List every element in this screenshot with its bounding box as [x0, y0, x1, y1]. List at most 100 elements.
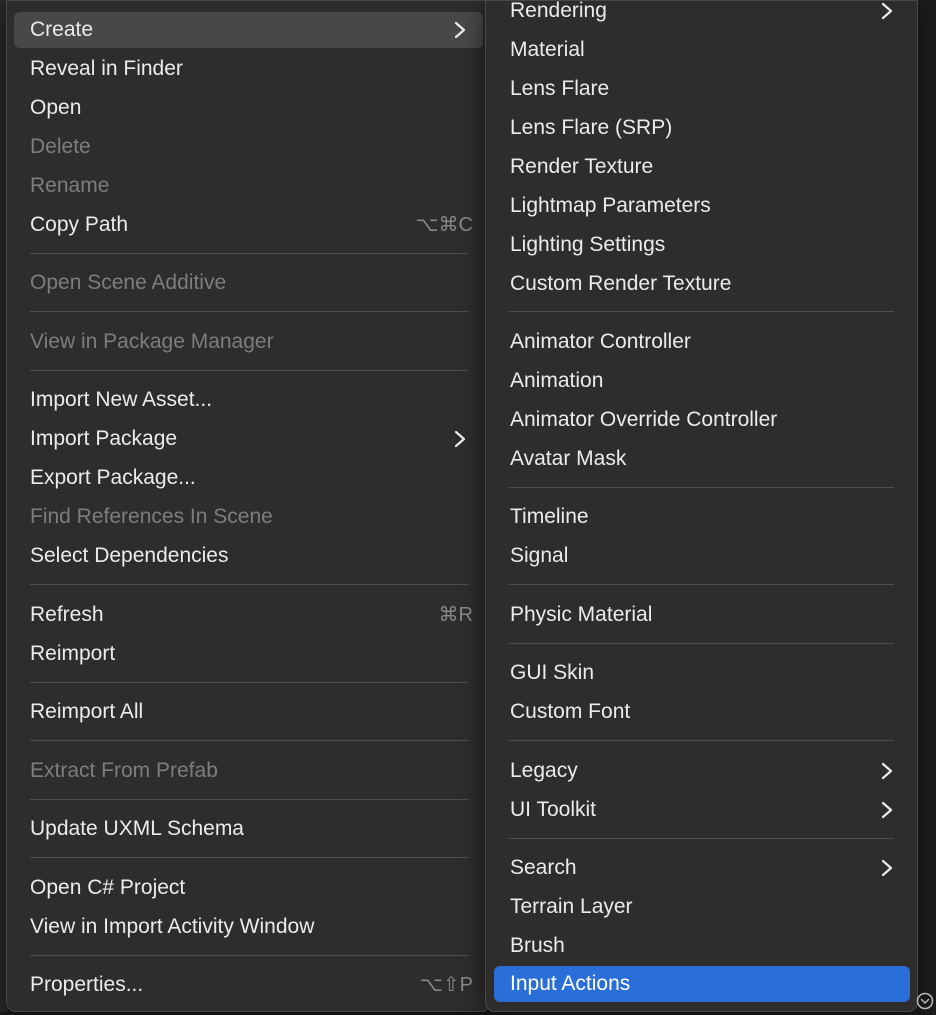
menu-item-label: Open Scene Additive: [30, 271, 227, 294]
menu-item-open-csharp-project[interactable]: Open C# Project: [14, 870, 483, 906]
menu-item-label: Lens Flare: [510, 77, 610, 100]
menu-item-extract-from-prefab: Extract From Prefab: [14, 753, 483, 789]
menu-item-label: Reimport: [30, 642, 116, 665]
menu-item-delete: Delete: [14, 129, 483, 165]
menu-separator: [30, 311, 469, 312]
menu-item-label: Import New Asset...: [30, 388, 213, 411]
menu-item-label: Animator Controller: [510, 330, 691, 353]
shortcut-label: ⌥⌘C: [415, 214, 474, 236]
menu-item-select-dependencies[interactable]: Select Dependencies: [14, 538, 483, 574]
menu-item-ui-toolkit[interactable]: UI Toolkit: [494, 792, 910, 828]
menu-separator: [30, 955, 469, 956]
menu-item-rendering[interactable]: Rendering: [494, 0, 910, 29]
menu-item-render-texture[interactable]: Render Texture: [494, 149, 910, 185]
menu-item-open-scene-additive: Open Scene Additive: [14, 265, 483, 301]
menu-item-animator-controller[interactable]: Animator Controller: [494, 324, 910, 360]
menu-item-label: Update UXML Schema: [30, 817, 244, 840]
chevron-right-icon: [878, 801, 896, 819]
menu-item-label: Render Texture: [510, 155, 654, 178]
menu-separator: [30, 584, 469, 585]
menu-separator: [30, 799, 469, 800]
chevron-right-icon: [451, 21, 469, 39]
menu-separator: [30, 682, 469, 683]
menu-item-avatar-mask[interactable]: Avatar Mask: [494, 441, 910, 477]
menu-item-export-package[interactable]: Export Package...: [14, 460, 483, 496]
menu-separator: [509, 584, 894, 585]
menu-item-label: Rename: [30, 174, 110, 197]
menu-item-animation[interactable]: Animation: [494, 363, 910, 399]
menu-item-label: Open C# Project: [30, 876, 186, 899]
chevron-right-icon: [451, 430, 469, 448]
menu-item-label: UI Toolkit: [510, 798, 596, 821]
menu-item-view-in-import-activity-window[interactable]: View in Import Activity Window: [14, 909, 483, 945]
menu-item-refresh[interactable]: Refresh ⌘R: [14, 597, 483, 633]
menu-item-label: Export Package...: [30, 466, 196, 489]
menu-item-label: Lighting Settings: [510, 233, 666, 256]
shortcut-label: ⌘R: [438, 604, 473, 626]
menu-item-custom-render-texture[interactable]: Custom Render Texture: [494, 266, 910, 302]
menu-item-physic-material[interactable]: Physic Material: [494, 597, 910, 633]
menu-item-material[interactable]: Material: [494, 32, 910, 68]
menu-item-reimport[interactable]: Reimport: [14, 636, 483, 672]
menu-item-label: Animation: [510, 369, 604, 392]
menu-item-label: Create: [30, 18, 94, 41]
create-submenu: Rendering Material Lens Flare Lens Flare…: [485, 0, 918, 1012]
menu-item-create[interactable]: Create: [14, 12, 483, 48]
menu-item-label: Rendering: [510, 0, 607, 22]
menu-item-label: Brush: [510, 934, 565, 957]
menu-item-label: Delete: [30, 135, 91, 158]
menu-item-label: Custom Render Texture: [510, 272, 732, 295]
menu-item-lightmap-parameters[interactable]: Lightmap Parameters: [494, 188, 910, 224]
menu-item-legacy[interactable]: Legacy: [494, 753, 910, 789]
menu-item-terrain-layer[interactable]: Terrain Layer: [494, 889, 910, 925]
menu-item-gui-skin[interactable]: GUI Skin: [494, 655, 910, 691]
menu-item-properties[interactable]: Properties... ⌥⇧P: [14, 967, 483, 1003]
menu-item-label: Lens Flare (SRP): [510, 116, 673, 139]
menu-separator: [509, 311, 894, 312]
menu-item-update-uxml-schema[interactable]: Update UXML Schema: [14, 811, 483, 847]
menu-item-label: View in Package Manager: [30, 330, 274, 353]
menu-item-label: Custom Font: [510, 700, 631, 723]
menu-separator: [30, 740, 469, 741]
menu-item-search[interactable]: Search: [494, 850, 910, 886]
menu-item-find-references-in-scene: Find References In Scene: [14, 499, 483, 535]
menu-item-animator-override-controller[interactable]: Animator Override Controller: [494, 402, 910, 438]
menu-item-label: Input Actions: [510, 972, 631, 995]
menu-separator: [509, 643, 894, 644]
menu-item-label: Refresh: [30, 603, 104, 626]
menu-item-label: Search: [510, 856, 577, 879]
menu-item-label: Lightmap Parameters: [510, 194, 711, 217]
menu-separator: [509, 487, 894, 488]
menu-item-timeline[interactable]: Timeline: [494, 499, 910, 535]
menu-item-label: Material: [510, 38, 585, 61]
menu-item-lens-flare[interactable]: Lens Flare: [494, 71, 910, 107]
chevron-right-icon: [878, 2, 896, 20]
menu-item-label: Reimport All: [30, 700, 144, 723]
menu-item-open[interactable]: Open: [14, 90, 483, 126]
menu-item-lighting-settings[interactable]: Lighting Settings: [494, 227, 910, 263]
context-menu: Create Reveal in Finder Open Delete Rena…: [6, 0, 491, 1012]
menu-item-import-package[interactable]: Import Package: [14, 421, 483, 457]
menu-item-label: Signal: [510, 544, 569, 567]
menu-separator: [509, 838, 894, 839]
chevron-right-icon: [878, 762, 896, 780]
menu-item-rename: Rename: [14, 168, 483, 204]
menu-item-label: Find References In Scene: [30, 505, 273, 528]
menu-item-lens-flare-srp[interactable]: Lens Flare (SRP): [494, 110, 910, 146]
menu-item-reimport-all[interactable]: Reimport All: [14, 694, 483, 730]
menu-separator: [509, 740, 894, 741]
menu-item-label: Terrain Layer: [510, 895, 633, 918]
menu-item-input-actions[interactable]: Input Actions: [494, 966, 910, 1002]
menu-item-copy-path[interactable]: Copy Path ⌥⌘C: [14, 207, 483, 243]
menu-item-import-new-asset[interactable]: Import New Asset...: [14, 382, 483, 418]
menu-item-label: Timeline: [510, 505, 589, 528]
menu-item-label: Copy Path: [30, 213, 129, 236]
menu-item-label: Open: [30, 96, 82, 119]
menu-item-signal[interactable]: Signal: [494, 538, 910, 574]
menu-item-brush[interactable]: Brush: [494, 928, 910, 964]
menu-item-custom-font[interactable]: Custom Font: [494, 694, 910, 730]
menu-item-reveal-in-finder[interactable]: Reveal in Finder: [14, 51, 483, 87]
shortcut-label: ⌥⇧P: [419, 974, 473, 996]
menu-item-label: Legacy: [510, 759, 578, 782]
menu-item-label: Reveal in Finder: [30, 57, 183, 80]
